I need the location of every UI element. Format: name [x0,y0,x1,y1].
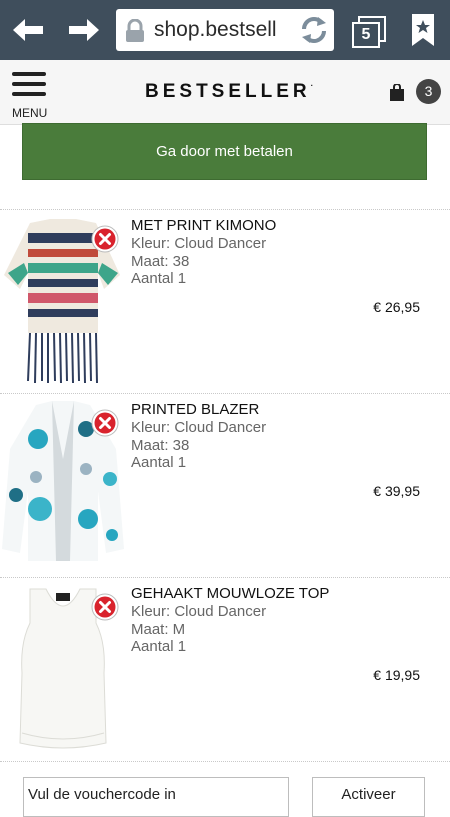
divider [0,761,450,762]
item-size: Maat: 38 [131,437,190,454]
bookmark-icon [412,14,434,46]
item-title[interactable]: PRINTED BLAZER [131,401,259,418]
cart-item: MET PRINT KIMONO Kleur: Cloud Dancer Maa… [0,211,450,394]
divider [0,393,450,394]
divider [0,577,450,578]
voucher-code-input[interactable]: Vul de vouchercode in [23,777,289,817]
remove-item-icon[interactable] [91,409,119,437]
menu-label: MENU [12,106,48,120]
item-price: € 19,95 [373,667,420,683]
remove-item-icon[interactable] [91,225,119,253]
menu-button[interactable]: MENU [10,68,54,120]
back-button[interactable] [4,8,52,52]
cart-count-badge[interactable]: 3 [416,79,441,104]
tab-count: 5 [352,22,380,48]
item-title[interactable]: GEHAAKT MOUWLOZE TOP [131,585,329,602]
remove-item-icon[interactable] [91,593,119,621]
item-quantity: Aantal 1 [131,270,187,287]
checkout-button[interactable]: Ga door met betalen [22,123,427,180]
reload-icon[interactable] [298,15,330,45]
arrow-left-icon [13,19,43,41]
cart-item: PRINTED BLAZER Kleur: Cloud Dancer Maat:… [0,395,450,578]
site-logo[interactable]: BESTSELLER· [145,81,313,103]
bookmark-button[interactable] [408,12,438,48]
divider [0,209,450,210]
item-size: Maat: M [131,621,186,638]
item-color: Kleur: Cloud Dancer [131,235,267,252]
cart-item: GEHAAKT MOUWLOZE TOP Kleur: Cloud Dancer… [0,579,450,762]
tabs-button[interactable]: 5 [348,12,388,48]
browser-toolbar: shop.bestsell 5 [0,0,450,60]
item-color: Kleur: Cloud Dancer [131,603,267,620]
item-title[interactable]: MET PRINT KIMONO [131,217,276,234]
hamburger-icon [12,72,46,76]
item-size: Maat: 38 [131,253,190,270]
url-text: shop.bestsell [154,18,277,41]
item-quantity: Aantal 1 [131,454,187,471]
lock-icon [126,19,144,42]
activate-voucher-button[interactable]: Activeer [312,777,425,817]
forward-button[interactable] [60,8,108,52]
address-bar[interactable]: shop.bestsell [116,9,334,51]
arrow-right-icon [69,19,99,41]
item-price: € 39,95 [373,483,420,499]
shopping-bag-icon[interactable] [389,84,405,102]
site-header: MENU BESTSELLER· 3 [0,60,450,125]
item-price: € 26,95 [373,299,420,315]
item-quantity: Aantal 1 [131,638,187,655]
item-color: Kleur: Cloud Dancer [131,419,267,436]
